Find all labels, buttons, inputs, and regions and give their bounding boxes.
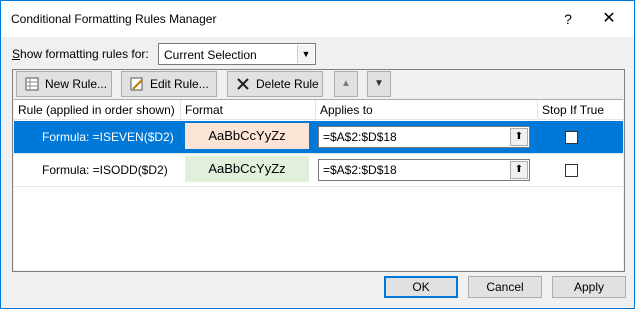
delete-x-icon (236, 77, 250, 91)
show-rules-label: Show formatting rules for: (12, 47, 149, 61)
rules-grid: Rule (applied in order shown) Format App… (14, 99, 623, 270)
stop-if-true-checkbox[interactable] (565, 131, 578, 144)
rule-text: Formula: =ISODD($D2) (42, 163, 168, 177)
apply-button[interactable]: Apply (552, 276, 626, 298)
edit-rule-label: Edit Rule... (150, 77, 209, 91)
arrow-down-icon: ▼ (374, 78, 384, 89)
stop-if-true-checkbox[interactable] (565, 164, 578, 177)
move-down-button[interactable]: ▼ (367, 71, 391, 97)
chevron-down-icon[interactable]: ▼ (297, 45, 314, 63)
new-rule-button[interactable]: New Rule... (16, 71, 112, 97)
cancel-button[interactable]: Cancel (468, 276, 542, 298)
conditional-formatting-dialog: Conditional Formatting Rules Manager ? ✕… (0, 0, 635, 309)
collapse-dialog-icon[interactable]: ⬆ (510, 128, 528, 146)
title-bar: Conditional Formatting Rules Manager ? ✕ (1, 1, 634, 37)
ok-button[interactable]: OK (384, 276, 458, 298)
rule-text: Formula: =ISEVEN($D2) (42, 130, 174, 144)
close-icon[interactable]: ✕ (598, 8, 620, 30)
dialog-title: Conditional Formatting Rules Manager (11, 12, 217, 26)
header-applies-to: Applies to (316, 100, 538, 120)
help-icon[interactable]: ? (558, 8, 578, 30)
grid-header: Rule (applied in order shown) Format App… (14, 100, 623, 120)
format-preview: AaBbCcYyZz (185, 156, 309, 182)
applies-to-field[interactable]: =$A$2:$D$18 ⬆ (318, 159, 530, 181)
delete-rule-label: Delete Rule (256, 77, 319, 91)
arrow-up-icon: ▲ (341, 78, 351, 89)
rule-row[interactable]: Formula: =ISODD($D2) AaBbCcYyZz =$A$2:$D… (14, 154, 623, 186)
applies-to-value: =$A$2:$D$18 (323, 130, 397, 144)
show-rules-select[interactable]: Current Selection ▼ (158, 43, 316, 65)
move-up-button[interactable]: ▲ (334, 71, 358, 97)
new-rule-icon (25, 77, 39, 91)
delete-rule-button[interactable]: Delete Rule (227, 71, 323, 97)
header-stop-if-true: Stop If True (542, 103, 605, 117)
header-format: Format (181, 100, 316, 120)
row-divider (14, 186, 623, 187)
edit-rule-button[interactable]: Edit Rule... (121, 71, 217, 97)
show-rules-value: Current Selection (164, 48, 257, 62)
rule-row[interactable]: Formula: =ISEVEN($D2) AaBbCcYyZz =$A$2:$… (14, 121, 623, 153)
applies-to-value: =$A$2:$D$18 (323, 163, 397, 177)
format-preview: AaBbCcYyZz (185, 123, 309, 149)
applies-to-field[interactable]: =$A$2:$D$18 ⬆ (318, 126, 530, 148)
header-rule: Rule (applied in order shown) (14, 100, 181, 120)
new-rule-label: New Rule... (45, 77, 108, 91)
collapse-dialog-icon[interactable]: ⬆ (510, 161, 528, 179)
edit-rule-icon (130, 77, 144, 91)
